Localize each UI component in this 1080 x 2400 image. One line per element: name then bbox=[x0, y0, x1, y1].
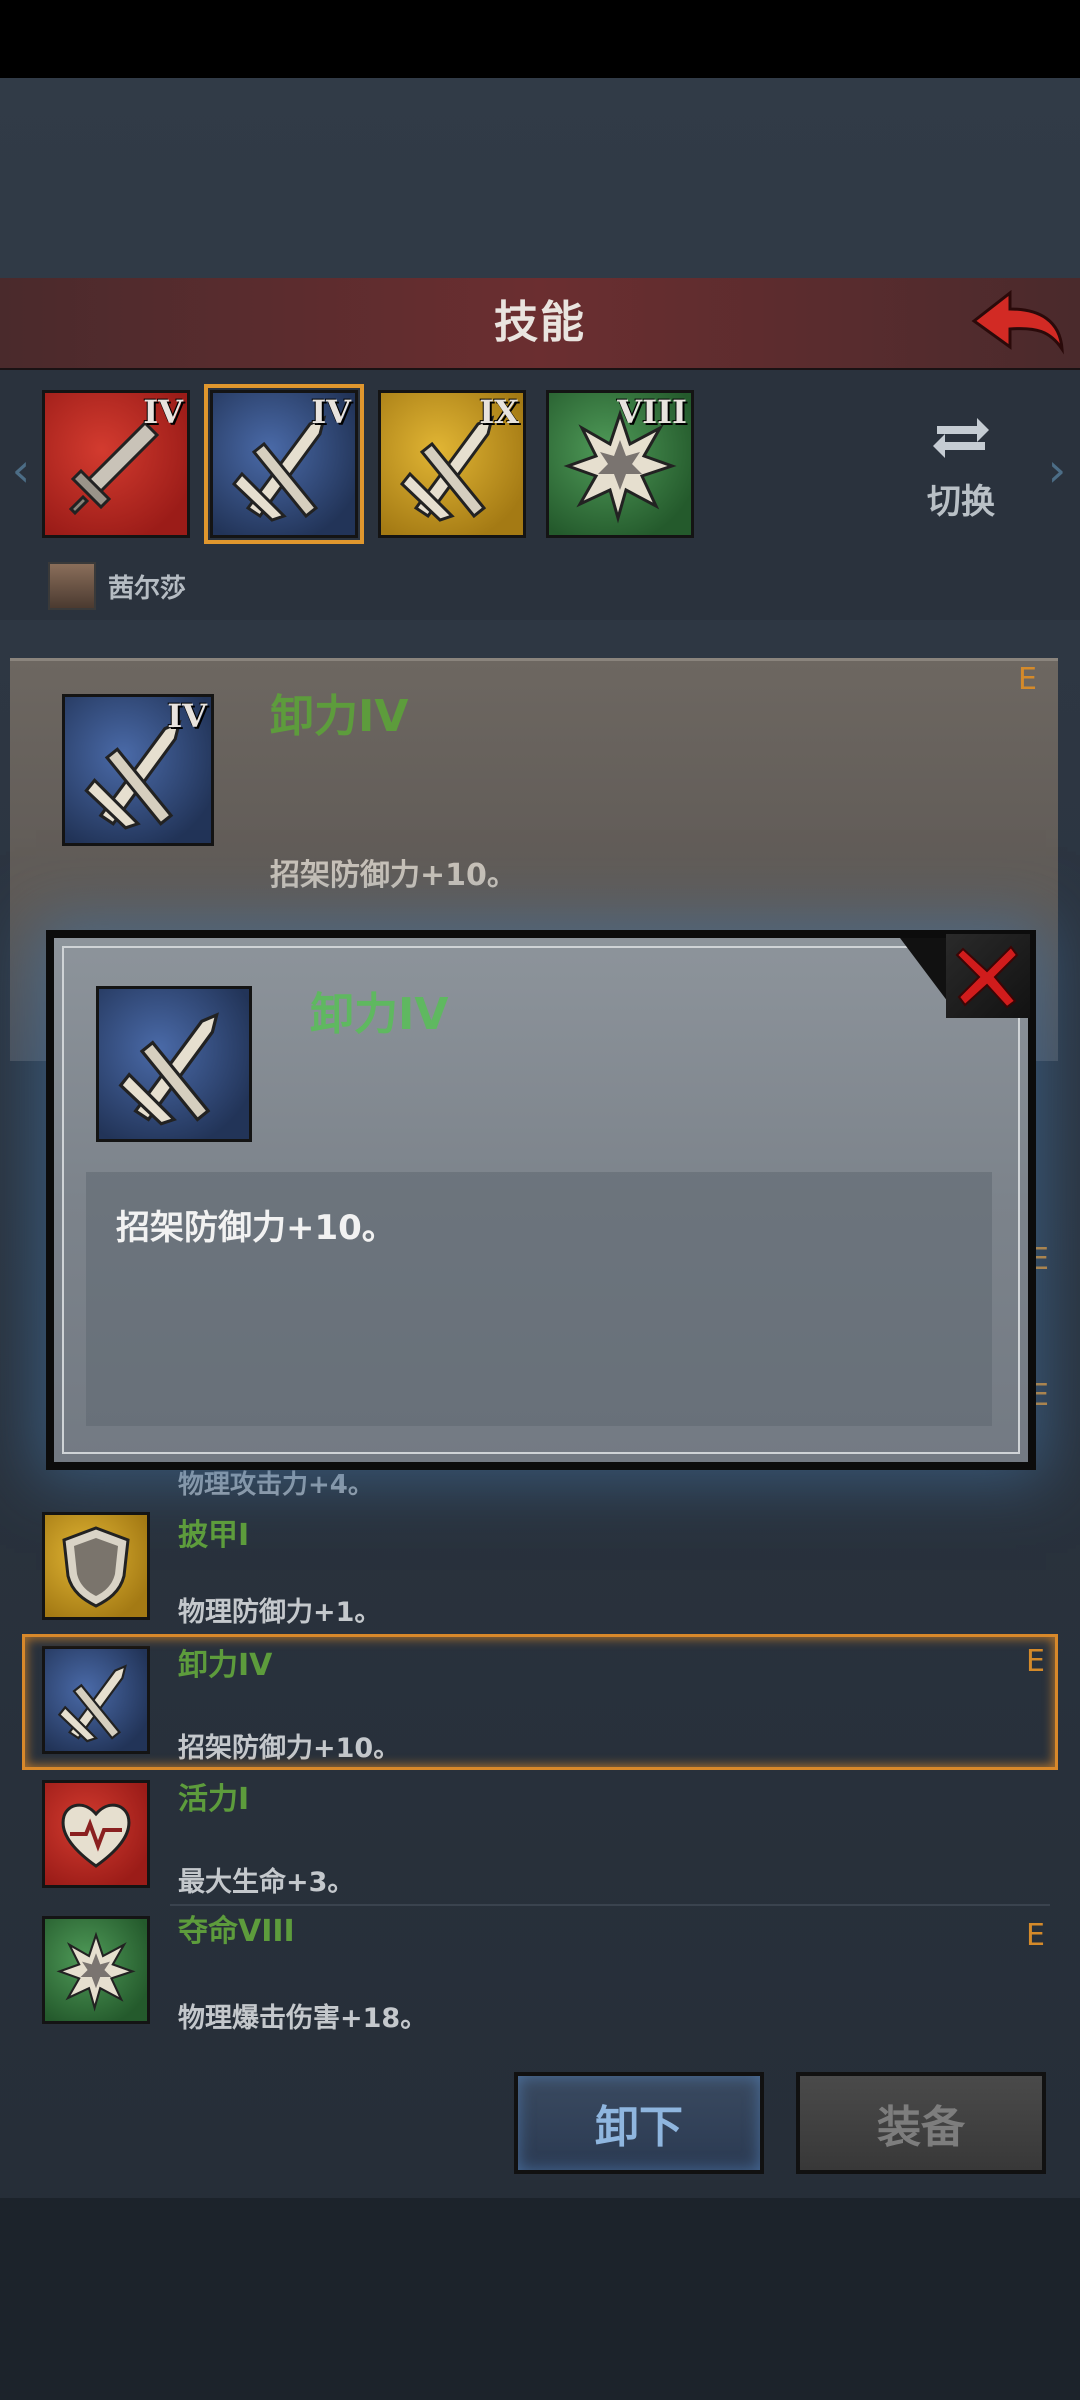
skill-rank: IV bbox=[311, 393, 351, 431]
skill-rank: IX bbox=[479, 393, 519, 431]
selected-row-highlight bbox=[22, 1634, 1058, 1770]
heart-icon bbox=[61, 1803, 131, 1868]
skill-rank: VIII bbox=[617, 393, 687, 431]
list-skill-icon bbox=[42, 1916, 150, 2024]
popup-skill-icon bbox=[96, 986, 252, 1142]
skill-tab-2[interactable]: IV bbox=[204, 384, 364, 544]
list-skill-icon bbox=[42, 1512, 150, 1620]
burst-icon bbox=[56, 1931, 136, 2012]
detail-skill-desc: 招架防御力+10。 bbox=[270, 858, 517, 893]
skill-tab-4[interactable]: VIII bbox=[546, 390, 694, 538]
status-bar bbox=[0, 0, 1080, 78]
list-item-desc: 物理防御力+1。 bbox=[178, 1597, 382, 1628]
switch-label: 切换 bbox=[927, 482, 995, 522]
close-icon bbox=[955, 945, 1019, 1009]
popup-skill-desc: 招架防御力+10。 bbox=[116, 1208, 396, 1248]
character-row: 茜尔莎 bbox=[48, 560, 186, 612]
character-name: 茜尔莎 bbox=[108, 573, 187, 604]
detail-skill-name: 卸力IV bbox=[270, 691, 409, 742]
list-item[interactable]: 夺命VIII 物理爆击伤害+18。 E bbox=[0, 1906, 1080, 2040]
list-item[interactable]: 活力I 最大生命+3。 bbox=[0, 1772, 1080, 1906]
list-item-name: 披甲I bbox=[178, 1518, 250, 1553]
list-item-name: 活力I bbox=[178, 1782, 250, 1817]
skill-rank: IV bbox=[143, 393, 183, 431]
list-item-name: 夺命VIII bbox=[178, 1914, 295, 1949]
unequip-button[interactable]: 卸下 bbox=[514, 2072, 764, 2174]
close-button[interactable] bbox=[946, 934, 1030, 1018]
popup-skill-name: 卸力IV bbox=[310, 989, 449, 1040]
scroll-left-arrow-icon[interactable]: ‹ bbox=[6, 440, 36, 500]
back-button[interactable] bbox=[968, 282, 1068, 362]
skill-tab-3[interactable]: IX bbox=[378, 390, 526, 538]
switch-button[interactable]: 切换 bbox=[906, 410, 1016, 522]
equipped-badge: E bbox=[1018, 662, 1037, 697]
detail-skill-icon: IV bbox=[62, 694, 214, 846]
list-item-desc: 物理爆击伤害+18。 bbox=[178, 2003, 428, 2034]
list-item[interactable]: 披甲I 物理防御力+1。 bbox=[0, 1508, 1080, 1642]
avatar[interactable] bbox=[48, 562, 96, 610]
shield-icon bbox=[62, 1526, 130, 1608]
list-item-desc: 最大生命+3。 bbox=[178, 1867, 355, 1898]
equipped-badge: E bbox=[1026, 1918, 1045, 1953]
back-arrow-icon bbox=[971, 289, 1064, 355]
bottom-area bbox=[0, 2198, 1080, 2400]
crossed-swords-icon bbox=[118, 1012, 220, 1126]
equip-button[interactable]: 装备 bbox=[796, 2072, 1046, 2174]
swap-arrows-icon bbox=[933, 418, 989, 458]
skill-tab-1[interactable]: IV bbox=[42, 390, 190, 538]
page-title: 技能 bbox=[494, 297, 586, 348]
scroll-right-arrow-icon[interactable]: › bbox=[1042, 440, 1072, 500]
skill-rank: IV bbox=[167, 697, 207, 735]
list-skill-icon bbox=[42, 1780, 150, 1888]
